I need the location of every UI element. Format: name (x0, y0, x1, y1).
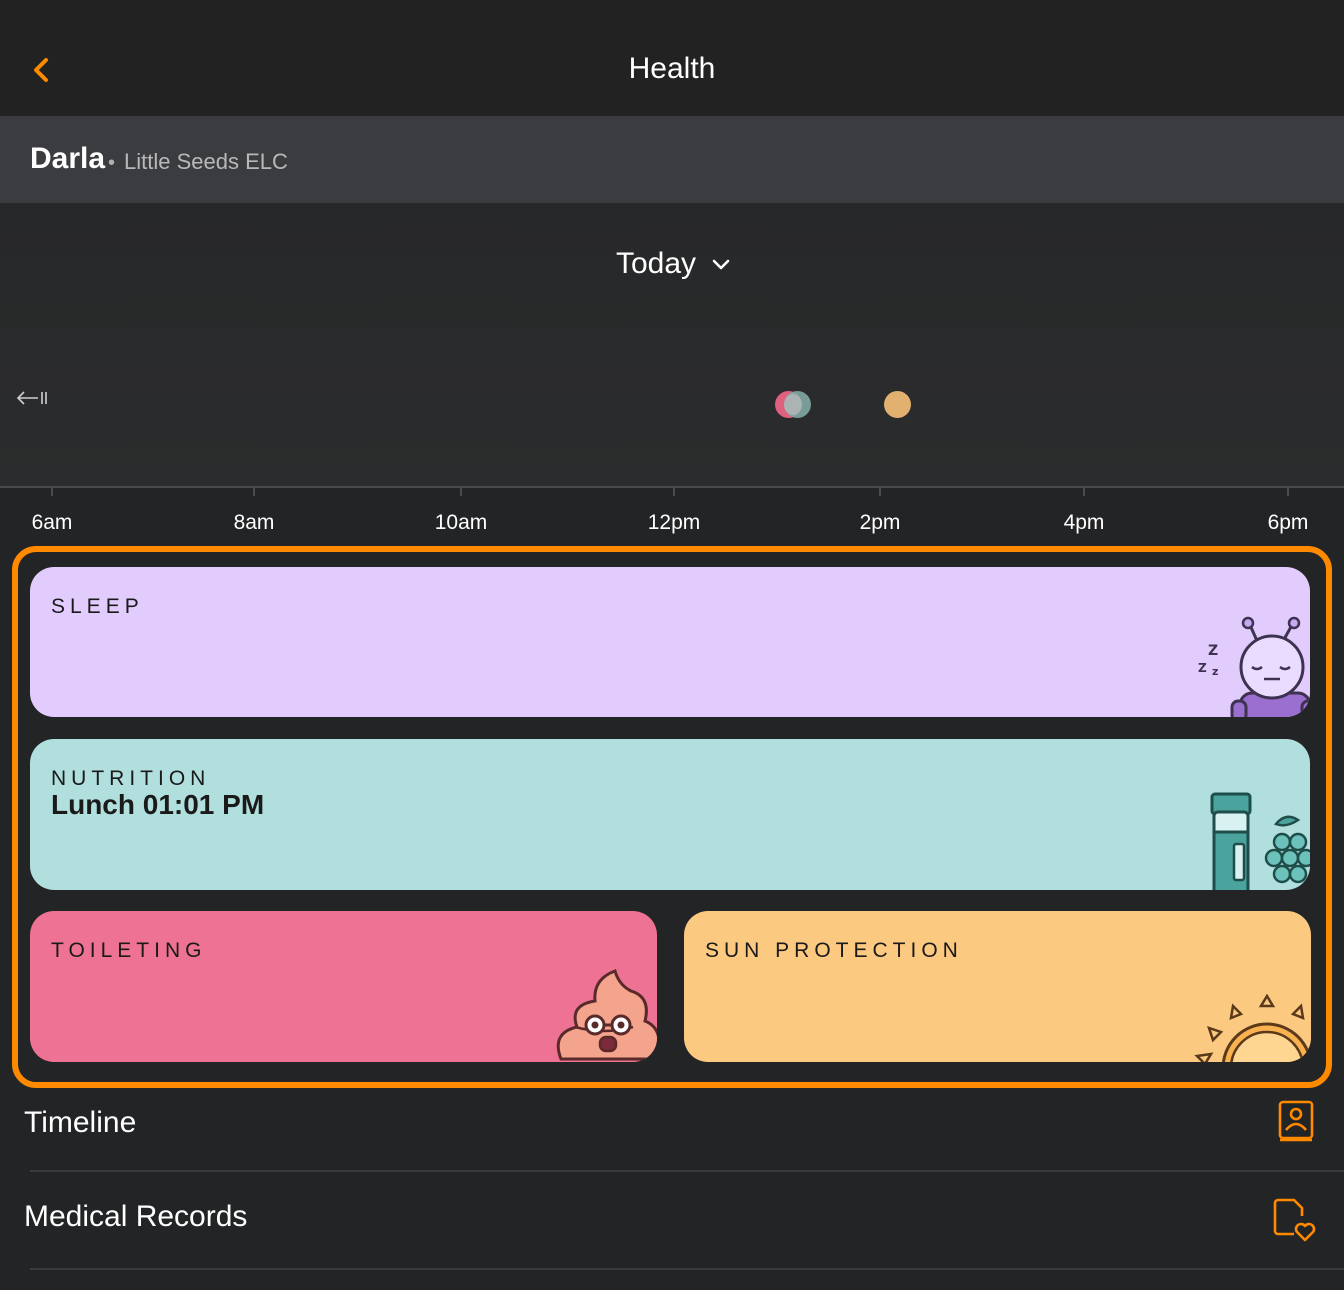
timeline-row-label: Timeline (24, 1106, 137, 1139)
timeline-axis (0, 486, 1344, 488)
axis-label-6pm: 6pm (1267, 511, 1309, 534)
daily-timeline-chart: Today (0, 203, 1344, 488)
timeline-row[interactable]: Timeline (0, 1078, 1344, 1170)
child-separator: • (108, 152, 116, 174)
collapse-arrow-icon[interactable] (16, 389, 48, 407)
axis-label-8am: 8am (233, 511, 275, 534)
axis-label-4pm: 4pm (1063, 511, 1105, 534)
page-title: Health (628, 52, 716, 85)
child-name: Darla (30, 142, 106, 175)
overlap-highlight (784, 394, 802, 415)
navigation-bar: Health (0, 0, 1344, 116)
axis-tick (460, 488, 462, 496)
axis-label-2pm: 2pm (859, 511, 901, 534)
contact-book-icon (1278, 1100, 1314, 1142)
sun-protection-event-dot[interactable] (884, 391, 911, 418)
axis-label-10am: 10am (434, 511, 488, 534)
medical-records-row-label: Medical Records (24, 1200, 248, 1233)
axis-tick (673, 488, 675, 496)
medical-records-row[interactable]: Medical Records (0, 1172, 1344, 1264)
focus-highlight-frame (12, 546, 1332, 1088)
date-selector-label: Today (616, 247, 697, 280)
axis-tick (1083, 488, 1085, 496)
document-heart-icon (1273, 1198, 1316, 1242)
axis-tick (879, 488, 881, 496)
axis-label-12pm: 12pm (647, 511, 701, 534)
child-header: Darla • Little Seeds ELC (0, 116, 1344, 203)
axis-label-6am: 6am (31, 511, 73, 534)
chevron-down-icon (712, 259, 730, 270)
axis-tick (253, 488, 255, 496)
axis-tick (51, 488, 53, 496)
axis-tick (1287, 488, 1289, 496)
row-divider (30, 1268, 1344, 1270)
child-centre-name: Little Seeds ELC (124, 149, 288, 174)
date-selector[interactable]: Today (616, 247, 730, 287)
